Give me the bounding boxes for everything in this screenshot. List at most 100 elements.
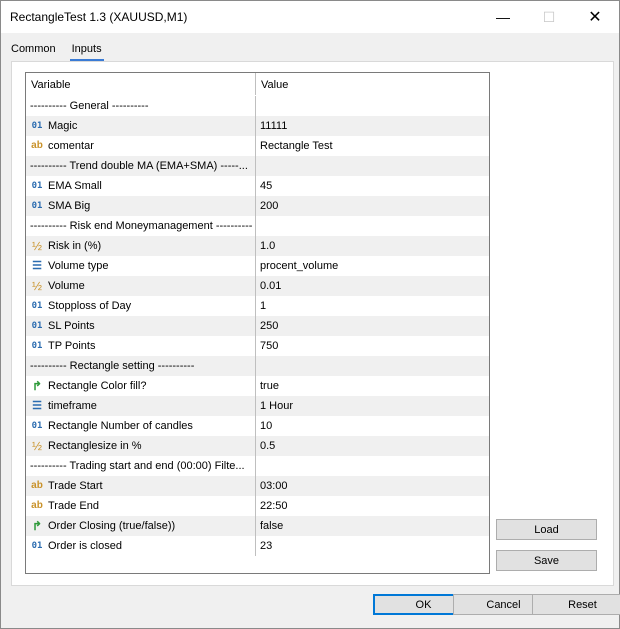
value-cell[interactable]: 1: [256, 296, 489, 316]
minimize-icon: —: [496, 9, 510, 25]
variable-label: timeframe: [48, 400, 97, 412]
input-row[interactable]: 01 Rectangle Number of candles 10: [26, 416, 489, 436]
value-cell[interactable]: 250: [256, 316, 489, 336]
value-cell[interactable]: 0.01: [256, 276, 489, 296]
column-header-variable[interactable]: Variable: [26, 73, 256, 95]
variable-label: ---------- Trading start and end (00:00)…: [30, 460, 245, 472]
input-row[interactable]: 01 Stopploss of Day 1: [26, 296, 489, 316]
value-cell[interactable]: 1.0: [256, 236, 489, 256]
variable-label: ---------- General ----------: [30, 100, 149, 112]
variable-cell: ☰ timeframe: [26, 396, 256, 416]
variable-cell: 01 Order is closed: [26, 536, 256, 556]
tab-common[interactable]: Common: [9, 39, 58, 61]
dialog-window: RectangleTest 1.3 (XAUUSD,M1) — ☐ ✕ Comm…: [0, 0, 620, 629]
variable-label: comentar: [48, 140, 94, 152]
input-row[interactable]: ab Trade End 22:50: [26, 496, 489, 516]
close-button[interactable]: ✕: [572, 1, 618, 33]
input-row[interactable]: ½ Rectanglesize in % 0.5: [26, 436, 489, 456]
variable-cell: ½ Rectanglesize in %: [26, 436, 256, 456]
variable-cell: ---------- Trading start and end (00:00)…: [26, 456, 256, 476]
value-cell[interactable]: true: [256, 376, 489, 396]
variable-label: Magic: [48, 120, 78, 132]
input-row[interactable]: ½ Volume 0.01: [26, 276, 489, 296]
variable-cell: ☰ Volume type: [26, 256, 256, 276]
grid-header: Variable Value: [26, 73, 489, 96]
variable-label: Rectangle Number of candles: [48, 420, 193, 432]
section-separator-row[interactable]: ---------- General ----------: [26, 96, 489, 116]
inputs-grid: Variable Value ---------- General ------…: [25, 72, 490, 574]
variable-label: Stopploss of Day: [48, 300, 132, 312]
column-header-value[interactable]: Value: [256, 73, 489, 95]
variable-label: Volume type: [48, 260, 109, 272]
input-row[interactable]: 01 SMA Big 200: [26, 196, 489, 216]
variable-label: ---------- Rectangle setting ----------: [30, 360, 195, 372]
value-cell[interactable]: 23: [256, 536, 489, 556]
value-cell[interactable]: 200: [256, 196, 489, 216]
string-type-icon: ab: [31, 500, 43, 511]
value-cell: [256, 456, 489, 476]
input-row[interactable]: 01 EMA Small 45: [26, 176, 489, 196]
maximize-button: ☐: [526, 1, 572, 33]
input-row[interactable]: 01 Magic 11111: [26, 116, 489, 136]
variable-label: Risk in (%): [48, 240, 102, 252]
value-cell[interactable]: 11111: [256, 116, 489, 136]
save-button[interactable]: Save: [496, 550, 597, 571]
string-type-icon: ab: [31, 480, 43, 491]
value-cell: [256, 96, 489, 116]
tab-inputs[interactable]: Inputs: [69, 39, 104, 61]
minimize-button[interactable]: —: [480, 1, 526, 33]
double-type-icon: ½: [31, 279, 42, 293]
section-separator-row[interactable]: ---------- Trading start and end (00:00)…: [26, 456, 489, 476]
variable-cell: 01 Magic: [26, 116, 256, 136]
variable-cell: ↱ Rectangle Color fill?: [26, 376, 256, 396]
input-row[interactable]: ab comentar Rectangle Test: [26, 136, 489, 156]
value-cell[interactable]: 22:50: [256, 496, 489, 516]
value-cell[interactable]: procent_volume: [256, 256, 489, 276]
reset-button[interactable]: Reset: [532, 594, 620, 615]
variable-cell: ½ Risk in (%): [26, 236, 256, 256]
input-row[interactable]: ☰ timeframe 1 Hour: [26, 396, 489, 416]
input-row[interactable]: 01 SL Points 250: [26, 316, 489, 336]
input-row[interactable]: 01 Order is closed 23: [26, 536, 489, 556]
variable-cell: ---------- General ----------: [26, 96, 256, 116]
input-row[interactable]: ☰ Volume type procent_volume: [26, 256, 489, 276]
input-row[interactable]: ↱ Order Closing (true/false)) false: [26, 516, 489, 536]
variable-label: Trade Start: [48, 480, 103, 492]
variable-label: Trade End: [48, 500, 99, 512]
double-type-icon: ½: [31, 239, 42, 253]
title-bar[interactable]: RectangleTest 1.3 (XAUUSD,M1) — ☐ ✕: [1, 1, 619, 33]
enum-type-icon: ☰: [32, 260, 42, 272]
enum-type-icon: ☰: [32, 400, 42, 412]
variable-cell: ↱ Order Closing (true/false)): [26, 516, 256, 536]
variable-cell: 01 TP Points: [26, 336, 256, 356]
integer-type-icon: 01: [31, 321, 43, 331]
input-row[interactable]: ↱ Rectangle Color fill? true: [26, 376, 489, 396]
value-cell[interactable]: 03:00: [256, 476, 489, 496]
input-row[interactable]: ab Trade Start 03:00: [26, 476, 489, 496]
value-cell[interactable]: 1 Hour: [256, 396, 489, 416]
input-row[interactable]: 01 TP Points 750: [26, 336, 489, 356]
variable-cell: ½ Volume: [26, 276, 256, 296]
section-separator-row[interactable]: ---------- Rectangle setting ----------: [26, 356, 489, 376]
integer-type-icon: 01: [31, 421, 43, 431]
variable-label: TP Points: [48, 340, 96, 352]
value-cell: [256, 356, 489, 376]
integer-type-icon: 01: [31, 121, 43, 131]
value-cell: [256, 216, 489, 236]
value-cell[interactable]: 750: [256, 336, 489, 356]
section-separator-row[interactable]: ---------- Trend double MA (EMA+SMA) ---…: [26, 156, 489, 176]
value-cell[interactable]: 10: [256, 416, 489, 436]
value-cell[interactable]: 0.5: [256, 436, 489, 456]
window-title: RectangleTest 1.3 (XAUUSD,M1): [10, 10, 188, 24]
value-cell[interactable]: 45: [256, 176, 489, 196]
string-type-icon: ab: [31, 140, 43, 151]
variable-label: SL Points: [48, 320, 95, 332]
section-separator-row[interactable]: ---------- Risk end Moneymanagement ----…: [26, 216, 489, 236]
value-cell[interactable]: false: [256, 516, 489, 536]
variable-label: Order is closed: [48, 540, 122, 552]
boolean-type-icon: ↱: [31, 519, 43, 533]
load-button[interactable]: Load: [496, 519, 597, 540]
value-cell[interactable]: Rectangle Test: [256, 136, 489, 156]
variable-label: Rectanglesize in %: [48, 440, 142, 452]
input-row[interactable]: ½ Risk in (%) 1.0: [26, 236, 489, 256]
